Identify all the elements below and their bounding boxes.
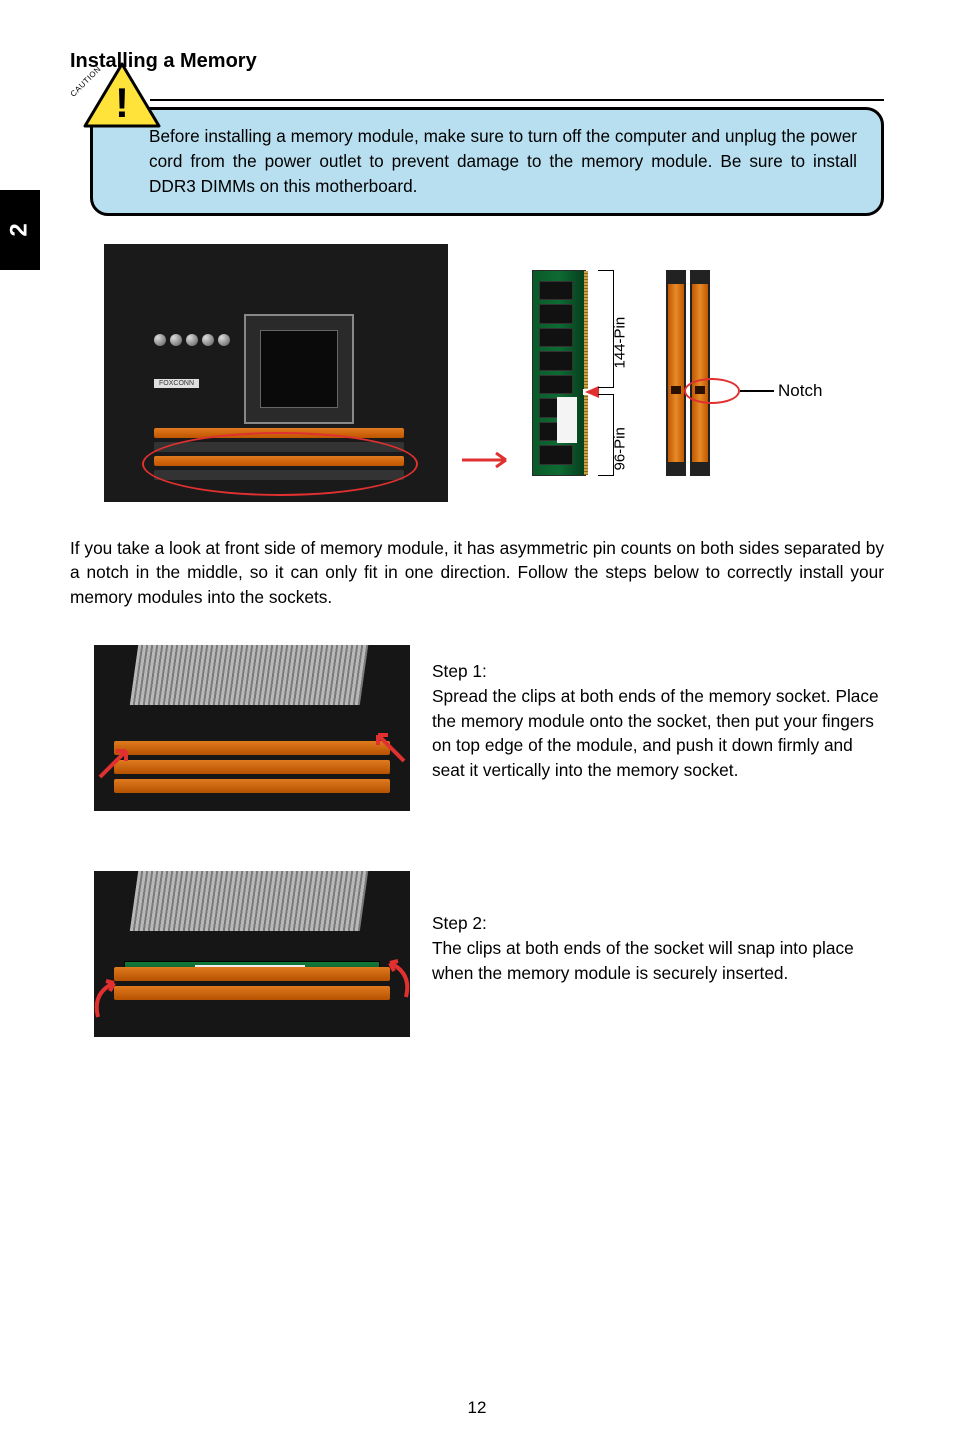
highlight-oval — [142, 432, 418, 496]
motherboard-image: FOXCONN — [104, 244, 448, 502]
page-content: Installing a Memory CAUTION ! Before ins… — [0, 0, 954, 1137]
step-2-row: Step 2: The clips at both ends of the so… — [70, 871, 884, 1037]
step-2-heading: Step 2: — [432, 911, 884, 936]
dimm-detail-diagram: 144-Pin 96-Pin Notch — [532, 270, 840, 476]
pin-brackets: 144-Pin 96-Pin — [596, 270, 656, 476]
notch-label: Notch — [778, 381, 822, 401]
step-1-row: Step 1: Spread the clips at both ends of… — [70, 645, 884, 811]
arrow-diag-icon — [368, 725, 408, 765]
step-1-body: Spread the clips at both ends of the mem… — [432, 684, 884, 782]
step-2-image — [94, 871, 410, 1037]
section-title: Installing a Memory — [70, 50, 884, 73]
cpu-socket — [244, 314, 354, 424]
arrow-right-icon — [460, 450, 520, 470]
pins-top-label: 144-Pin — [612, 317, 629, 369]
caution-text: Before installing a memory module, make … — [90, 107, 884, 216]
step-1-text: Step 1: Spread the clips at both ends of… — [432, 645, 884, 782]
curved-arrow-icon — [362, 953, 410, 1007]
step-2-text: Step 2: The clips at both ends of the so… — [432, 871, 884, 985]
svg-text:!: ! — [115, 79, 129, 126]
step-1-image — [94, 645, 410, 811]
caution-triangle-icon: ! — [82, 61, 162, 131]
arrow-diag-icon — [96, 741, 136, 781]
step-1-heading: Step 1: — [432, 659, 884, 684]
dimm-slots-side-view — [666, 270, 710, 476]
pins-bottom-label: 96-Pin — [612, 427, 629, 470]
board-brand-label: FOXCONN — [154, 379, 199, 388]
caution-block: CAUTION ! Before installing a memory mod… — [90, 99, 884, 216]
step-2-body: The clips at both ends of the socket wil… — [432, 936, 884, 985]
intro-paragraph: If you take a look at front side of memo… — [70, 536, 884, 610]
curved-arrow-icon — [94, 973, 142, 1027]
caution-divider — [150, 99, 884, 101]
memory-diagram-row: FOXCONN — [104, 244, 884, 502]
notch-highlight-oval — [684, 378, 740, 404]
page-number: 12 — [0, 1398, 954, 1418]
capacitors — [154, 334, 234, 364]
notch-callout: Notch — [720, 270, 840, 476]
memory-module-image — [532, 270, 586, 476]
